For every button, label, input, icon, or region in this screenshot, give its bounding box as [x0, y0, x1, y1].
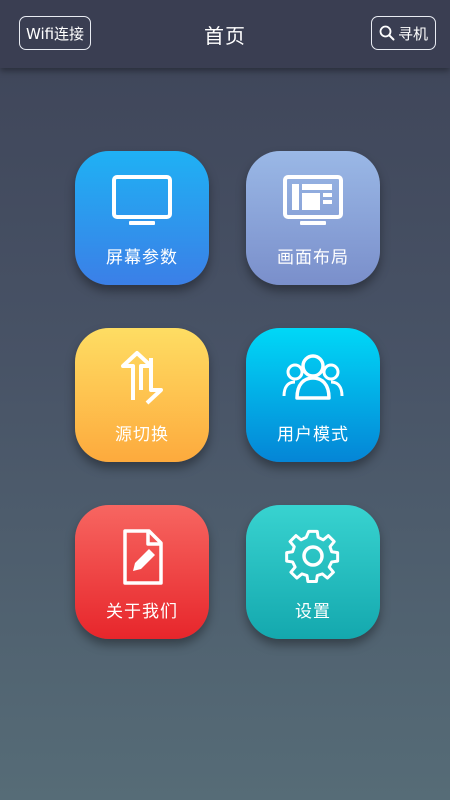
layout-screen-icon: [283, 175, 343, 225]
document-edit-icon: [123, 529, 163, 585]
search-icon: [379, 25, 395, 41]
tile-settings[interactable]: 设置: [246, 505, 380, 639]
search-device-label: 寻机: [397, 24, 428, 43]
tile-settings-label: 设置: [295, 602, 331, 622]
search-device-button[interactable]: 寻机: [371, 16, 436, 50]
tile-about-us[interactable]: 关于我们: [75, 505, 209, 639]
tile-source-switch-label: 源切换: [115, 425, 169, 445]
tile-user-mode[interactable]: 用户模式: [246, 328, 380, 462]
tile-screen-params[interactable]: 屏幕参数: [75, 151, 209, 285]
tile-about-us-label: 关于我们: [106, 602, 178, 622]
wifi-connect-label: Wifi连接: [25, 24, 85, 43]
gear-icon: [285, 529, 340, 583]
tile-screen-params-label: 屏幕参数: [106, 248, 178, 268]
top-bar: 首页 Wifi连接 寻机: [0, 0, 450, 68]
monitor-icon: [112, 175, 172, 225]
tile-picture-layout[interactable]: 画面布局: [246, 151, 380, 285]
tile-user-mode-label: 用户模式: [277, 425, 349, 445]
swap-arrows-icon: [121, 351, 163, 405]
wifi-connect-button[interactable]: Wifi连接: [19, 16, 91, 50]
tile-source-switch[interactable]: 源切换: [75, 328, 209, 462]
tile-picture-layout-label: 画面布局: [277, 248, 349, 268]
user-group-icon: [282, 354, 344, 400]
